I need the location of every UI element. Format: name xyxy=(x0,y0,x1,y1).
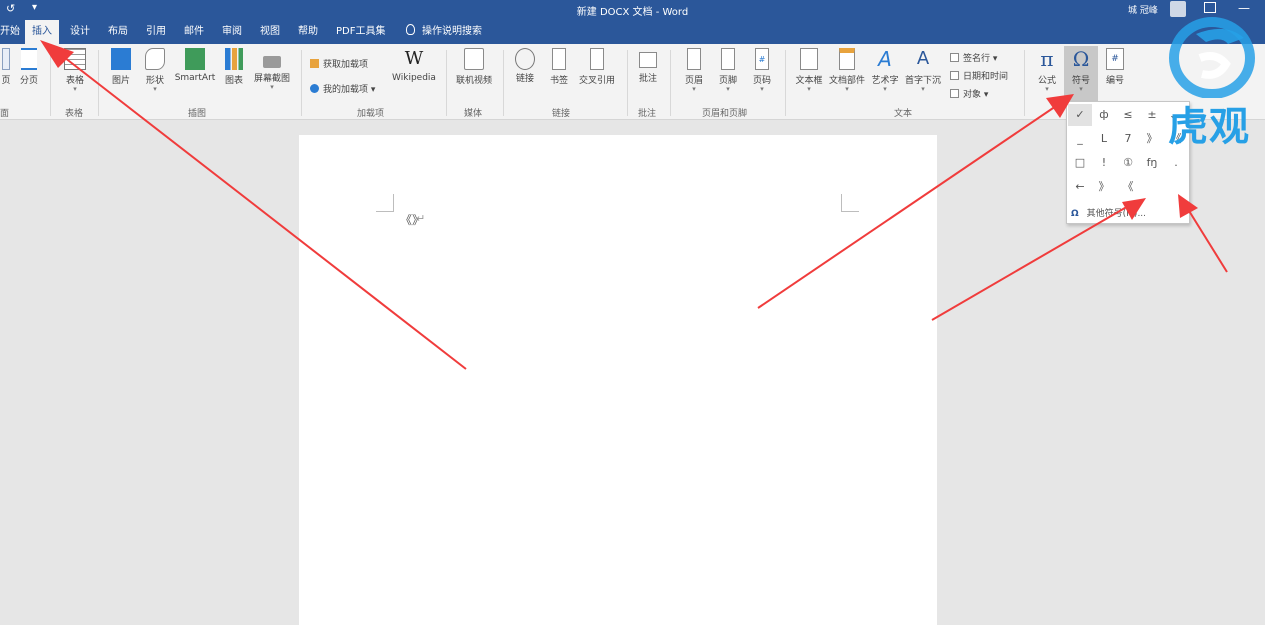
arrow-to-symbol-button xyxy=(757,101,1063,309)
arrow-to-bracket-symbol xyxy=(1185,205,1228,273)
arrowhead xyxy=(1122,198,1146,220)
arrow-to-inserted-symbol xyxy=(931,204,1131,321)
annotation-arrows xyxy=(40,40,1228,370)
arrowhead xyxy=(1046,94,1074,118)
arrow-to-insert-tab xyxy=(59,53,467,370)
arrowhead xyxy=(1178,194,1198,218)
arrowhead xyxy=(40,40,74,68)
